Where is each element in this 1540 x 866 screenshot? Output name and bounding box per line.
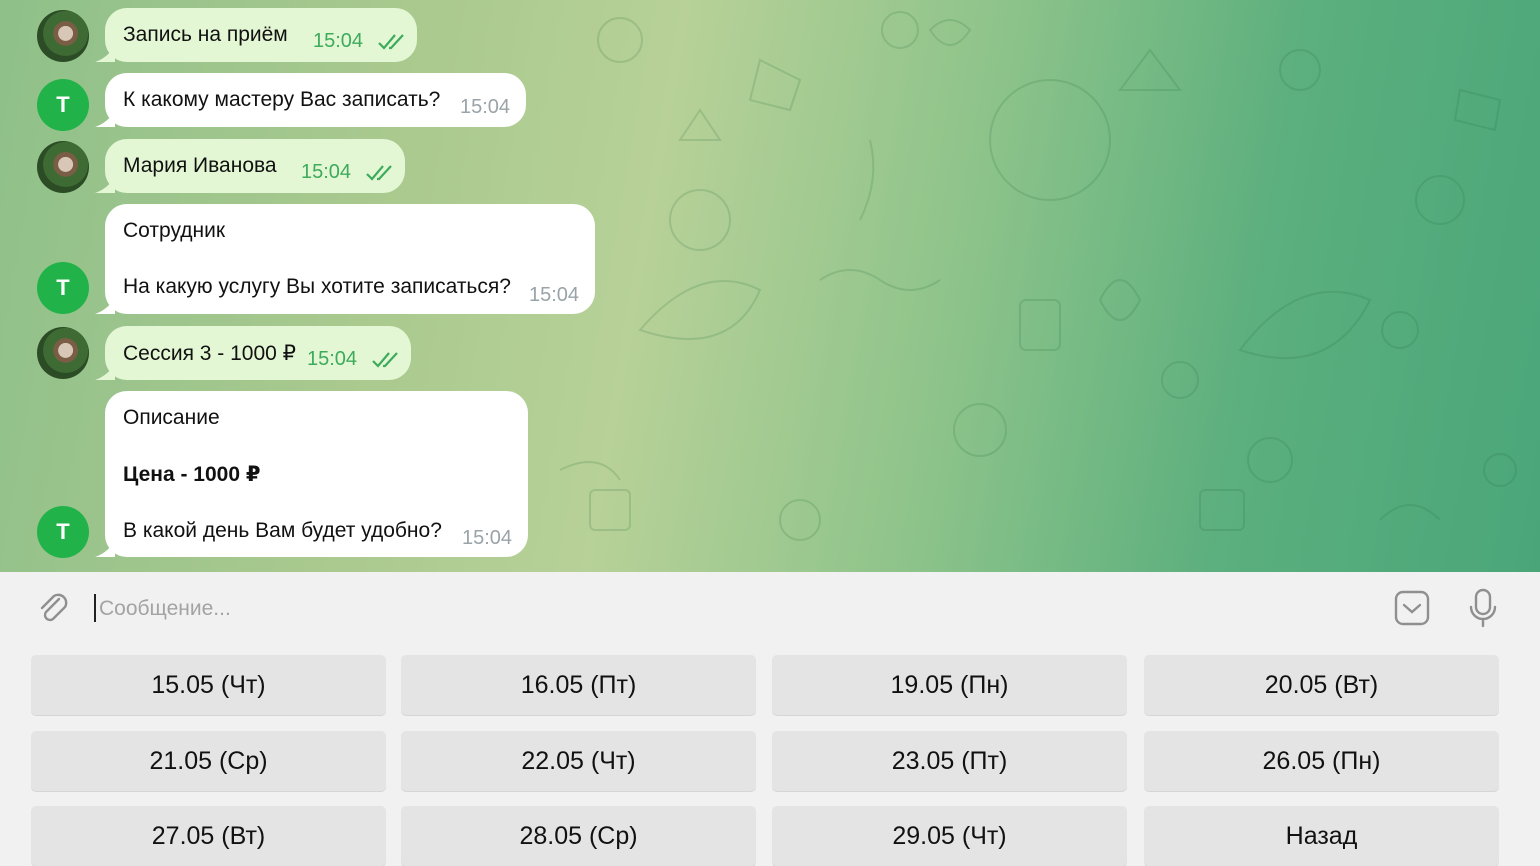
date-button[interactable]: 29.05 (Чт) <box>772 806 1127 866</box>
bubble-tail <box>95 364 115 380</box>
date-button[interactable]: 19.05 (Пн) <box>772 655 1127 715</box>
message-time: 15:04 <box>307 348 358 370</box>
message-text: Сессия 3 - 1000 ₽ <box>123 342 297 365</box>
microphone-icon[interactable] <box>1466 588 1500 628</box>
double-check-icon <box>378 34 404 50</box>
bubble-tail <box>95 177 115 193</box>
date-button[interactable]: 22.05 (Чт) <box>401 731 756 791</box>
user-avatar[interactable] <box>37 141 89 193</box>
date-button[interactable]: 27.05 (Вт) <box>31 806 386 866</box>
bubble-tail <box>95 298 115 314</box>
chat-history[interactable]: Запись на приём 15:04 Т К какому мастеру… <box>0 0 1540 572</box>
user-avatar[interactable] <box>37 327 89 379</box>
text-caret <box>94 594 96 622</box>
paperclip-icon[interactable] <box>35 590 71 626</box>
date-button[interactable]: 15.05 (Чт) <box>31 655 386 715</box>
date-button[interactable]: 16.05 (Пт) <box>401 655 756 715</box>
date-button[interactable]: 23.05 (Пт) <box>772 731 1127 791</box>
message-price: Цена - 1000 ₽ <box>123 463 261 486</box>
message-title: Сотрудник <box>123 219 226 242</box>
keyboard-toggle-icon[interactable] <box>1394 590 1430 626</box>
message-time: 15:04 <box>313 30 364 52</box>
message-time: 15:04 <box>529 284 580 306</box>
bot-avatar[interactable]: Т <box>37 506 89 558</box>
date-button[interactable]: 21.05 (Ср) <box>31 731 386 791</box>
bot-avatar[interactable]: Т <box>37 79 89 131</box>
message-bubble-outgoing[interactable]: Сессия 3 - 1000 ₽ 15:04 <box>95 326 411 380</box>
message-bubble-incoming[interactable]: Описание Цена - 1000 ₽ В какой день Вам … <box>95 391 528 557</box>
date-button[interactable]: 20.05 (Вт) <box>1144 655 1499 715</box>
message-text: К какому мастеру Вас записать? <box>123 88 441 111</box>
date-button[interactable]: 28.05 (Ср) <box>401 806 756 866</box>
message-text: Мария Иванова <box>123 154 277 177</box>
reply-keyboard: 15.05 (Чт) 16.05 (Пт) 19.05 (Пн) 20.05 (… <box>0 644 1540 866</box>
message-time: 15:04 <box>301 161 352 183</box>
double-check-icon <box>366 165 392 181</box>
user-avatar[interactable] <box>37 10 89 62</box>
message-bubble-outgoing[interactable]: Запись на приём 15:04 <box>95 8 417 62</box>
message-title: Описание <box>123 406 220 429</box>
message-text: Запись на приём <box>123 23 288 46</box>
message-bubble-incoming[interactable]: Сотрудник На какую услугу Вы хотите запи… <box>95 204 595 314</box>
bubble-tail <box>95 46 115 62</box>
bubble-tail <box>95 541 115 557</box>
double-check-icon <box>372 352 398 368</box>
bubble-tail <box>95 111 115 127</box>
message-bubble-outgoing[interactable]: Мария Иванова 15:04 <box>95 139 405 193</box>
message-text: В какой день Вам будет удобно? <box>123 519 442 542</box>
message-bubble-incoming[interactable]: К какому мастеру Вас записать? 15:04 <box>95 73 526 127</box>
back-button[interactable]: Назад <box>1144 806 1499 866</box>
message-input[interactable] <box>97 590 1361 628</box>
bot-avatar[interactable]: Т <box>37 262 89 314</box>
message-time: 15:04 <box>460 96 511 118</box>
message-composer <box>0 572 1540 644</box>
date-button[interactable]: 26.05 (Пн) <box>1144 731 1499 791</box>
message-time: 15:04 <box>462 527 513 549</box>
message-text: На какую услугу Вы хотите записаться? <box>123 275 511 298</box>
